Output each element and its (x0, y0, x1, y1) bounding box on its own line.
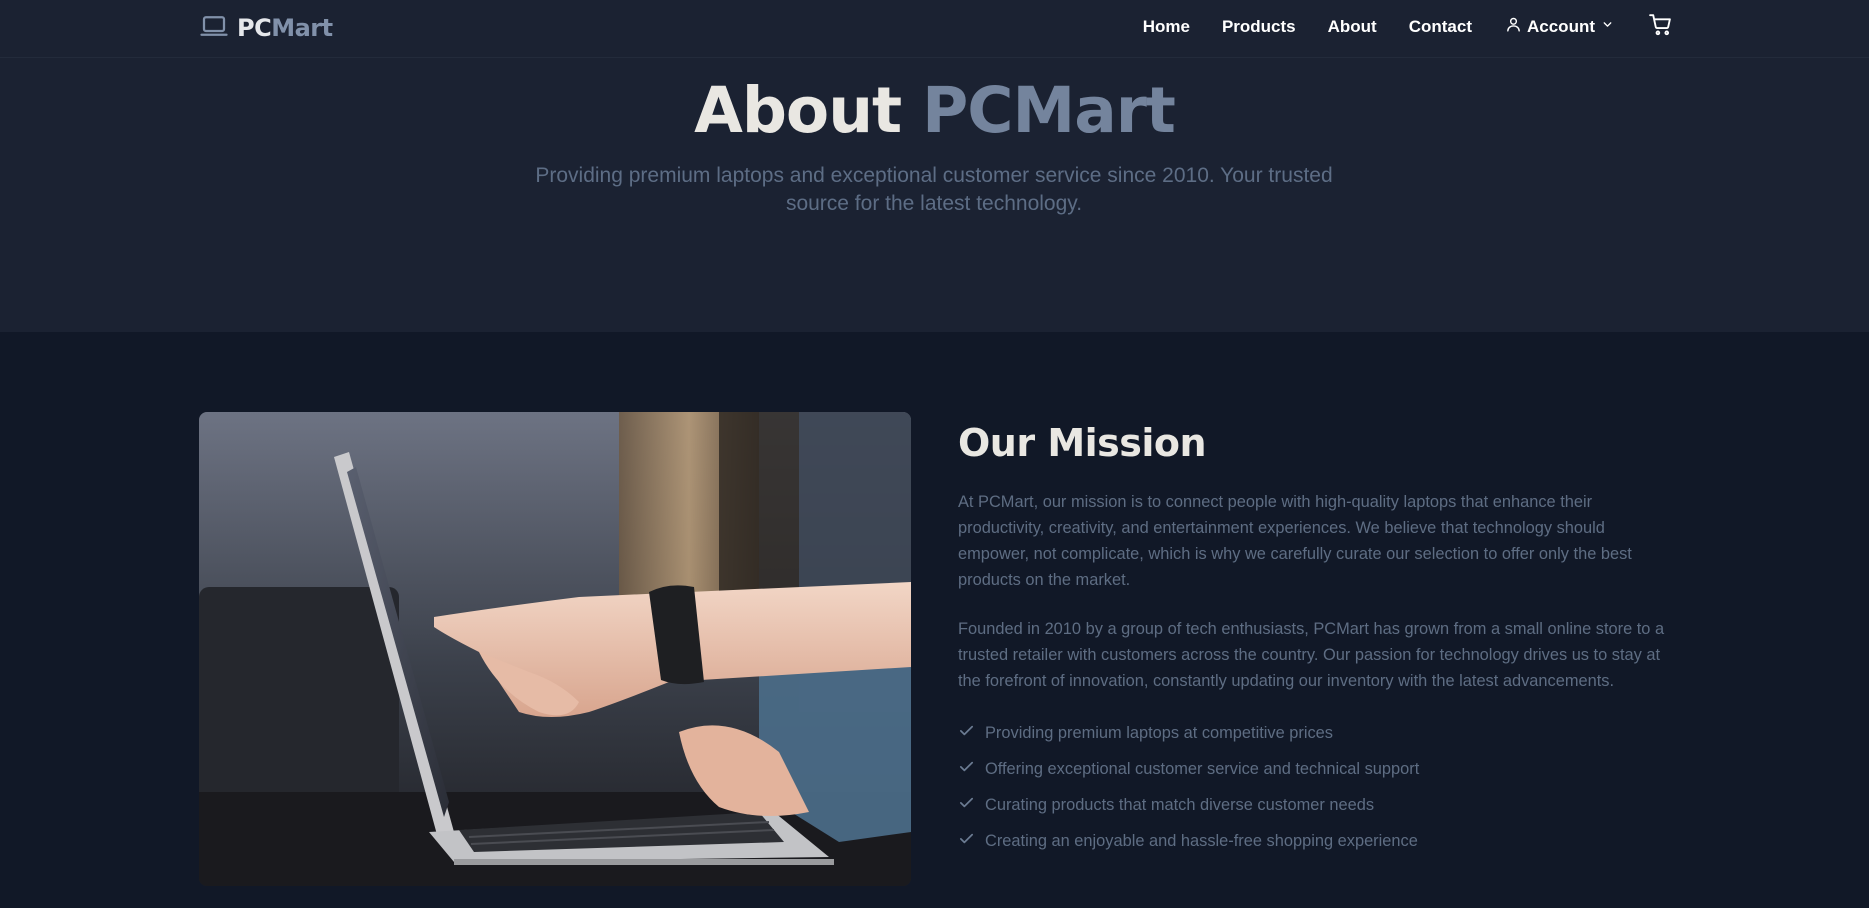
mission-paragraph: Founded in 2010 by a group of tech enthu… (958, 620, 1665, 690)
list-item-text: Creating an enjoyable and hassle-free sh… (985, 831, 1418, 850)
cart-icon (1648, 12, 1673, 42)
mission-paragraph: At PCMart, our mission is to connect peo… (958, 493, 1632, 589)
account-label: Account (1527, 17, 1595, 36)
mission-heading: Our Mission (958, 421, 1207, 465)
navbar: PCMart Home Products About Contact Accou… (0, 0, 1869, 58)
list-item: Creating an enjoyable and hassle-free sh… (958, 823, 1670, 859)
list-item-text: Providing premium laptops at competitive… (985, 723, 1333, 742)
account-menu[interactable]: Account (1505, 16, 1614, 38)
main-nav: Home Products About Contact Account (1143, 0, 1673, 54)
brand-name-part2: Mart (271, 14, 333, 42)
mission-section: Our Mission At PCMart, our mission is to… (958, 417, 1670, 859)
user-icon (1505, 16, 1527, 38)
hero-section: About PCMart Providing premium laptops a… (0, 58, 1869, 332)
list-item: Providing premium laptops at competitive… (958, 715, 1670, 751)
mission-checklist: Providing premium laptops at competitive… (958, 715, 1670, 859)
list-item-text: Offering exceptional customer service an… (985, 759, 1420, 778)
brand-name-part1: PC (237, 14, 272, 42)
check-icon (958, 794, 985, 816)
page-title: About PCMart (0, 71, 1869, 151)
page-title-part1: About (694, 74, 902, 147)
page-title-part2: PCMart (922, 74, 1176, 147)
list-item: Curating products that match diverse cus… (958, 787, 1670, 823)
list-item-text: Curating products that match diverse cus… (985, 795, 1375, 814)
check-icon (958, 758, 985, 780)
brand-logo[interactable]: PCMart (199, 10, 333, 46)
brand-name: PCMart (237, 14, 333, 42)
mission-photo (199, 412, 911, 886)
laptop-icon (199, 11, 237, 46)
check-icon (958, 722, 985, 744)
chevron-down-icon (1595, 18, 1614, 36)
nav-link-about[interactable]: About (1328, 17, 1377, 37)
nav-link-contact[interactable]: Contact (1409, 17, 1472, 37)
nav-link-home[interactable]: Home (1143, 17, 1190, 37)
hero-subtitle: Providing premium laptops and exceptiona… (535, 164, 1333, 215)
nav-link-products[interactable]: Products (1222, 17, 1296, 37)
list-item: Offering exceptional customer service an… (958, 751, 1670, 787)
check-icon (958, 830, 985, 852)
cart-button[interactable] (1648, 12, 1673, 42)
